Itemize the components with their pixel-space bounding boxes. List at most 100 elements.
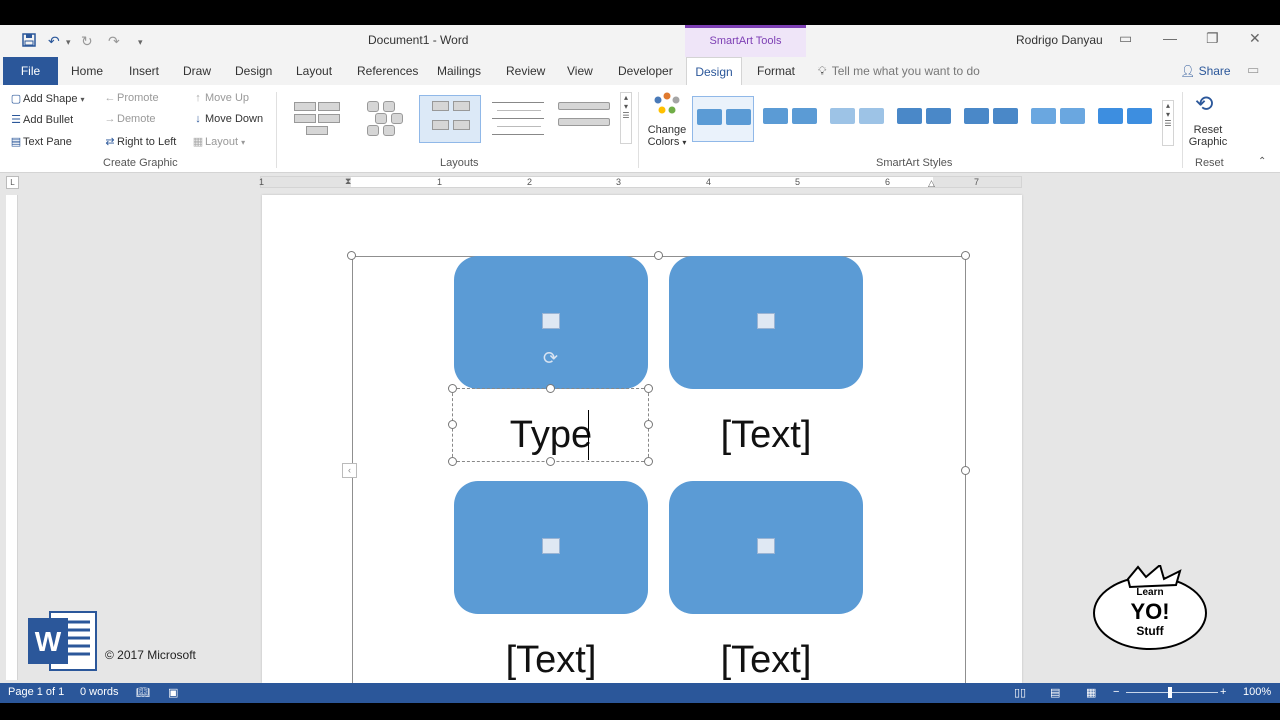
layouts-gallery-scroll[interactable]: ▴ ▾ ☰ — [620, 92, 632, 144]
tab-home[interactable]: Home — [71, 57, 103, 85]
macro-record-icon[interactable]: ▣ — [168, 686, 178, 699]
proofing-icon[interactable]: 📖︎ — [136, 686, 150, 699]
promote-button[interactable]: ← Promote — [103, 92, 159, 104]
change-colors-button[interactable]: Change Colors ▾ — [647, 124, 687, 148]
minimize-icon[interactable]: — — [1163, 30, 1177, 46]
indent-marker-icon[interactable]: ⧗ — [345, 176, 351, 187]
promote-arrow-icon: ← — [104, 92, 116, 104]
tab-review[interactable]: Review — [506, 57, 545, 85]
picture-placeholder-icon[interactable] — [757, 313, 775, 329]
smartart-style-7[interactable] — [1094, 96, 1156, 142]
frame-resize-handle[interactable] — [961, 466, 970, 475]
smartart-frame[interactable] — [352, 256, 966, 686]
redo-icon[interactable]: ↻ — [81, 33, 93, 50]
picture-shape-2[interactable] — [669, 256, 863, 389]
add-bullet-icon: ☰ — [11, 114, 21, 126]
add-shape-button[interactable]: ▢ Add Shape ▾ — [9, 92, 85, 105]
picture-placeholder-icon[interactable] — [542, 313, 560, 329]
page-count[interactable]: Page 1 of 1 — [8, 686, 64, 698]
undo-dropdown-icon[interactable]: ▾ — [66, 37, 71, 48]
layout-option-3-selected[interactable] — [419, 95, 481, 143]
text-box-handle[interactable] — [644, 384, 653, 393]
move-up-button[interactable]: ↑ Move Up — [191, 92, 249, 104]
layout-option-2[interactable] — [352, 95, 414, 143]
text-box-handle[interactable] — [448, 457, 457, 466]
tab-design[interactable]: Design — [235, 57, 272, 85]
restore-icon[interactable]: ❐ — [1206, 30, 1219, 47]
tab-insert[interactable]: Insert — [129, 57, 159, 85]
text-box-4-placeholder[interactable]: [Text] — [669, 639, 863, 682]
layout-option-4[interactable] — [486, 95, 548, 143]
word-count[interactable]: 0 words — [80, 686, 119, 698]
smartart-style-2[interactable] — [759, 96, 821, 142]
collapse-ribbon-icon[interactable]: ⌃ — [1258, 156, 1266, 167]
add-bullet-button[interactable]: ☰ Add Bullet — [9, 113, 73, 126]
smartart-style-4[interactable] — [893, 96, 955, 142]
frame-resize-handle[interactable] — [654, 251, 663, 260]
layout-option-1[interactable] — [285, 95, 347, 143]
tab-references[interactable]: References — [357, 57, 418, 85]
tell-me-search[interactable]: 💡︎ Tell me what you want to do — [818, 64, 980, 79]
print-layout-icon[interactable]: ▤ — [1050, 686, 1060, 699]
tab-smartart-design[interactable]: Design — [686, 57, 742, 86]
text-pane-toggle-icon[interactable]: ‹ — [342, 463, 357, 478]
repeat-icon[interactable]: ↷ — [108, 33, 120, 50]
frame-resize-handle[interactable] — [961, 251, 970, 260]
undo-icon[interactable]: ↶ — [48, 33, 60, 50]
zoom-out-icon[interactable]: − — [1113, 686, 1119, 698]
demote-button[interactable]: → Demote — [103, 113, 156, 125]
zoom-slider-thumb[interactable] — [1168, 687, 1172, 698]
tab-mailings[interactable]: Mailings — [437, 57, 481, 85]
tab-file[interactable]: File — [3, 57, 58, 85]
text-box-3-placeholder[interactable]: [Text] — [454, 639, 648, 682]
zoom-slider[interactable] — [1126, 692, 1218, 693]
right-to-left-button[interactable]: ⇄ Right to Left — [103, 135, 176, 148]
picture-shape-3[interactable] — [454, 481, 648, 614]
text-pane-icon: ▤ — [10, 136, 22, 148]
tab-layout[interactable]: Layout — [296, 57, 332, 85]
text-box-1-content[interactable]: Type — [454, 414, 648, 457]
reset-graphic-button[interactable]: Reset Graphic — [1187, 124, 1229, 148]
text-box-handle[interactable] — [448, 384, 457, 393]
text-box-handle[interactable] — [644, 457, 653, 466]
read-mode-icon[interactable]: ▯▯ — [1014, 686, 1026, 699]
move-down-button[interactable]: ↓ Move Down — [191, 113, 263, 125]
tab-format[interactable]: Format — [757, 57, 795, 85]
save-icon[interactable] — [22, 33, 36, 50]
layout-option-5[interactable] — [553, 95, 615, 143]
smartart-style-6[interactable] — [1027, 96, 1089, 142]
smartart-style-1-selected[interactable] — [692, 96, 754, 142]
customize-qat-icon[interactable]: ▾ — [138, 37, 143, 48]
smartart-style-3[interactable] — [826, 96, 888, 142]
zoom-in-icon[interactable]: + — [1220, 686, 1226, 698]
tab-view[interactable]: View — [567, 57, 593, 85]
picture-shape-4[interactable] — [669, 481, 863, 614]
user-name[interactable]: Rodrigo Danyau — [1016, 33, 1103, 47]
picture-placeholder-icon[interactable] — [542, 538, 560, 554]
text-box-handle[interactable] — [546, 384, 555, 393]
picture-shape-1[interactable] — [454, 256, 648, 389]
styles-gallery-scroll[interactable]: ▴ ▾ ☰ — [1162, 100, 1174, 146]
close-icon[interactable]: ✕ — [1249, 30, 1261, 47]
layout-button[interactable]: ▦ Layout ▾ — [191, 135, 245, 148]
smartart-style-5[interactable] — [960, 96, 1022, 142]
text-box-handle[interactable] — [546, 457, 555, 466]
ribbon-display-options-icon[interactable]: ▭ — [1119, 30, 1132, 47]
text-box-2-placeholder[interactable]: [Text] — [669, 414, 863, 457]
vertical-ruler[interactable] — [6, 195, 18, 680]
web-layout-icon[interactable]: ▦ — [1086, 686, 1096, 699]
tab-draw[interactable]: Draw — [183, 57, 211, 85]
tab-selector-icon[interactable]: L — [6, 176, 19, 189]
demote-arrow-icon: → — [104, 113, 116, 125]
text-pane-button[interactable]: ▤ Text Pane — [9, 135, 72, 148]
svg-text:Learn: Learn — [1136, 587, 1163, 598]
frame-resize-handle[interactable] — [347, 251, 356, 260]
tab-developer[interactable]: Developer — [618, 57, 673, 85]
zoom-level[interactable]: 100% — [1243, 686, 1271, 698]
rotate-handle-icon[interactable]: ⟳ — [543, 348, 558, 369]
comments-icon[interactable]: ▭ — [1247, 62, 1259, 78]
horizontal-ruler[interactable]: 1 1 2 3 4 5 6 7 — [259, 176, 1022, 188]
share-button[interactable]: 👤︎ Share — [1180, 64, 1231, 78]
picture-placeholder-icon[interactable] — [757, 538, 775, 554]
right-indent-marker-icon[interactable]: △ — [928, 178, 935, 189]
